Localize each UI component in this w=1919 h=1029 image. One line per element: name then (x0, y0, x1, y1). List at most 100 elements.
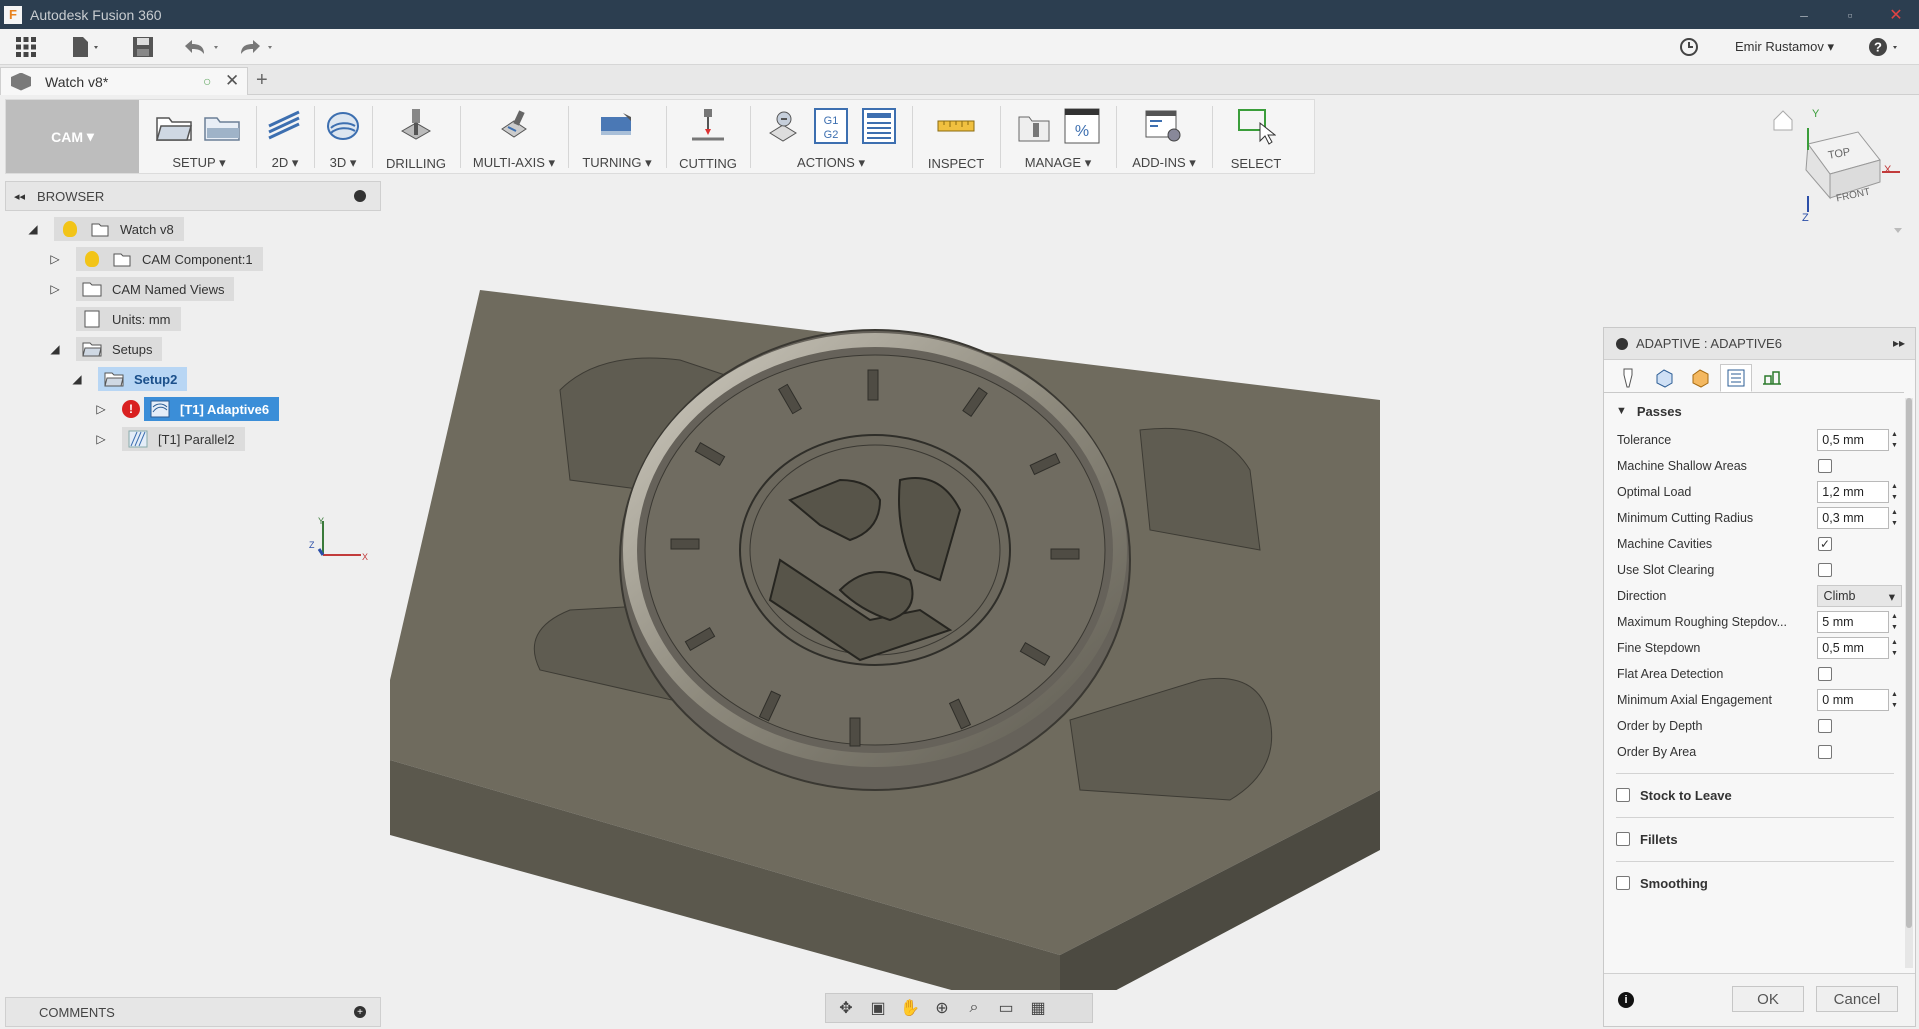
browser-pin-icon[interactable] (354, 190, 366, 202)
ribbon-group-add-ins[interactable]: ADD-INS ▾ (1120, 100, 1208, 173)
scripts-add-ins-icon[interactable] (1144, 106, 1184, 146)
machine-shallow-areas-checkbox[interactable] (1818, 459, 1832, 473)
flat-area-detection-checkbox[interactable] (1818, 667, 1832, 681)
ribbon-group-cutting[interactable]: CUTTING (670, 100, 746, 173)
workspace-switcher-button[interactable]: CAM ▾ (6, 100, 139, 173)
tab-passes-icon[interactable] (1720, 364, 1752, 392)
ribbon-group-select[interactable]: SELECT (1216, 100, 1296, 173)
stock-to-leave-checkbox[interactable] (1616, 788, 1630, 802)
machine-cavities-checkbox[interactable]: ✓ (1818, 537, 1832, 551)
data-panel-grid-icon[interactable] (12, 35, 40, 59)
post-library-icon[interactable]: % (1062, 106, 1102, 146)
ribbon-group-turning[interactable]: TURNING ▾ (572, 100, 662, 173)
display-settings-icon[interactable]: ▭ (992, 996, 1020, 1020)
grid-settings-icon[interactable]: ▦ (1024, 996, 1052, 1020)
tree-row-setup2[interactable]: ◢ Setup2 (70, 367, 188, 391)
section-stock-to-leave-header[interactable]: Stock to Leave (1616, 785, 1732, 805)
visibility-bulb-icon[interactable] (82, 250, 102, 268)
minimum-cutting-radius-stepper[interactable]: ▲ ▼ (1891, 507, 1902, 529)
browser-panel-header[interactable]: ◂◂ BROWSER (5, 181, 381, 211)
order-by-depth-checkbox[interactable] (1818, 719, 1832, 733)
dialog-scrollbar[interactable] (1905, 398, 1913, 968)
expanded-triangle-icon[interactable]: ◢ (26, 222, 40, 236)
view-cube[interactable]: TOP FRONT Y X Z (1760, 100, 1910, 240)
tree-item-cam-component[interactable]: CAM Component:1 (76, 247, 263, 271)
tree-row-adaptive6[interactable]: ▷ ! [T1] Adaptive6 (94, 397, 280, 421)
tolerance-stepper[interactable]: ▲ ▼ (1891, 429, 1902, 451)
tree-item-watch[interactable]: Watch v8 (54, 217, 184, 241)
tool-library-icon[interactable] (1014, 106, 1054, 146)
help-icon[interactable]: ? (1866, 35, 1906, 59)
dialog-collapse-icon[interactable] (1616, 337, 1628, 350)
tree-item-units[interactable]: Units: mm (76, 307, 181, 331)
setup-folder-icon[interactable] (203, 106, 243, 146)
section-fillets-header[interactable]: Fillets (1616, 829, 1678, 849)
home-icon[interactable] (1773, 110, 1793, 131)
tab-linking-icon[interactable] (1756, 364, 1788, 392)
measure-ruler-icon[interactable] (936, 106, 976, 146)
minimum-axial-engagement-stepper[interactable]: ▲ ▼ (1891, 689, 1902, 711)
setup-sheet-icon[interactable] (859, 106, 899, 146)
fillets-checkbox[interactable] (1616, 832, 1630, 846)
section-smoothing-header[interactable]: Smoothing (1616, 873, 1708, 893)
collapsed-triangle-icon[interactable]: ▷ (94, 432, 108, 446)
ribbon-group-multi-axis[interactable]: MULTI-AXIS ▾ (464, 100, 564, 173)
cancel-button[interactable]: Cancel (1816, 986, 1898, 1012)
new-setup-icon[interactable] (155, 106, 195, 146)
optimal-load-input[interactable]: 1,2 mm (1817, 481, 1890, 503)
tree-row-root[interactable]: ◢ Watch v8 (26, 217, 184, 241)
collapsed-triangle-icon[interactable]: ▷ (48, 282, 62, 296)
collapsed-triangle-icon[interactable]: ▷ (94, 402, 108, 416)
post-process-g1g2-icon[interactable]: G1 G2 (811, 106, 851, 146)
order-by-area-checkbox[interactable] (1818, 745, 1832, 759)
pan-hand-icon[interactable]: ✋ (896, 996, 924, 1020)
fit-zoom-icon[interactable]: ⌕ (960, 996, 988, 1020)
info-icon[interactable]: i (1618, 992, 1634, 1008)
simulate-icon[interactable] (763, 106, 803, 146)
tree-row-setups[interactable]: ◢ Setups (48, 337, 163, 361)
expanded-triangle-icon[interactable]: ◢ (48, 342, 62, 356)
tree-item-adaptive6[interactable]: [T1] Adaptive6 (144, 397, 280, 421)
drill-icon[interactable] (396, 106, 436, 146)
orbit-icon[interactable]: ✥ (832, 996, 860, 1020)
direction-select[interactable]: Climb ▾ (1816, 585, 1902, 607)
tree-item-named-views[interactable]: CAM Named Views (76, 277, 235, 301)
visibility-bulb-icon[interactable] (60, 220, 80, 238)
minimize-icon[interactable]: – (1781, 7, 1827, 23)
tree-row-cam-component[interactable]: ▷ CAM Component:1 (48, 247, 263, 271)
maximum-roughing-stepdown-stepper[interactable]: ▲ ▼ (1891, 611, 1902, 633)
cutting-icon[interactable] (688, 106, 728, 146)
ok-button[interactable]: OK (1732, 986, 1804, 1012)
section-expanded-triangle-icon[interactable]: ▼ (1616, 405, 1627, 417)
file-menu-icon[interactable] (66, 35, 106, 59)
tab-heights-icon[interactable] (1684, 364, 1716, 392)
add-comment-icon[interactable]: + (354, 1006, 366, 1018)
comments-panel-header[interactable]: COMMENTS + (5, 997, 381, 1027)
expanded-triangle-icon[interactable]: ◢ (70, 372, 84, 386)
maximize-icon[interactable]: ▫ (1827, 7, 1873, 23)
dialog-header[interactable]: ADAPTIVE : ADAPTIVE6 ▸▸ (1604, 328, 1915, 360)
tree-row-units[interactable]: Units: mm (48, 307, 181, 331)
job-status-clock-icon[interactable] (1677, 35, 1701, 59)
collapse-panel-icon[interactable]: ◂◂ (14, 190, 25, 203)
3d-model-viewport[interactable] (380, 230, 1380, 990)
turning-icon[interactable] (597, 106, 637, 146)
tab-geometry-icon[interactable] (1648, 364, 1680, 392)
ribbon-group-setup[interactable]: SETUP ▾ (146, 100, 252, 173)
save-icon[interactable] (130, 35, 156, 59)
scrollbar-thumb[interactable] (1906, 398, 1912, 928)
ribbon-group-drilling[interactable]: DRILLING (376, 100, 456, 173)
close-window-icon[interactable]: ✕ (1873, 5, 1919, 25)
tree-row-named-views[interactable]: ▷ CAM Named Views (48, 277, 235, 301)
ribbon-group-inspect[interactable]: INSPECT (916, 100, 996, 173)
ribbon-group-2d[interactable]: 2D ▾ (260, 100, 310, 173)
tolerance-input[interactable]: 0,5 mm (1817, 429, 1890, 451)
tab-tool-icon[interactable] (1612, 364, 1644, 392)
tree-item-setup2[interactable]: Setup2 (98, 367, 188, 391)
smoothing-checkbox[interactable] (1616, 876, 1630, 890)
redo-icon[interactable] (236, 35, 280, 59)
look-at-icon[interactable]: ▣ (864, 996, 892, 1020)
new-tab-plus-icon[interactable]: + (256, 69, 268, 92)
maximum-roughing-stepdown-input[interactable]: 5 mm (1817, 611, 1890, 633)
tree-row-parallel2[interactable]: ▷ [T1] Parallel2 (94, 427, 245, 451)
